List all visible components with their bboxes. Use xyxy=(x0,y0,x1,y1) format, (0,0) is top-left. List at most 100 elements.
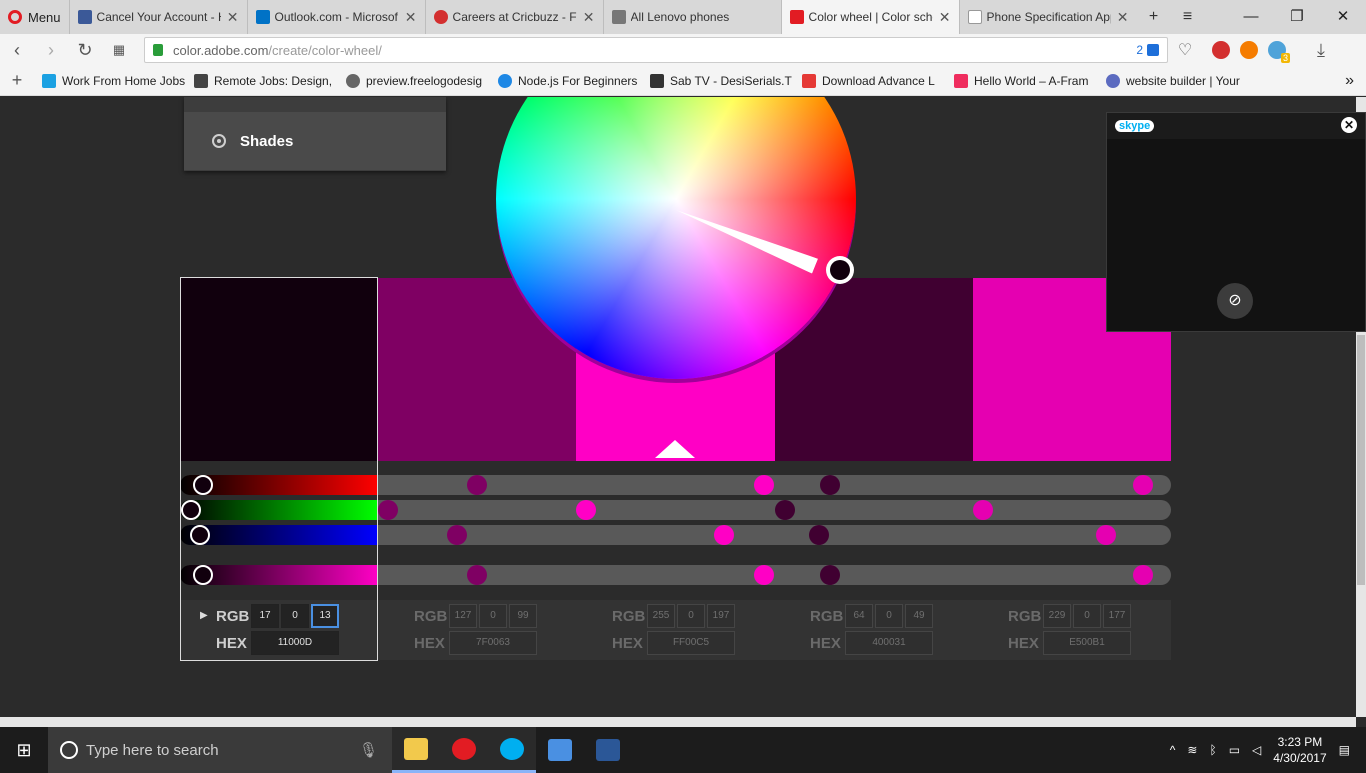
wheel-handle[interactable] xyxy=(826,256,854,284)
slider-dot[interactable] xyxy=(973,500,993,520)
slider-dot[interactable] xyxy=(775,500,795,520)
slider-dot[interactable] xyxy=(1096,525,1116,545)
selected-swatch-outline xyxy=(180,277,378,661)
close-window-icon[interactable]: ✕ xyxy=(1320,0,1366,34)
slider-dot[interactable] xyxy=(378,500,398,520)
volume-icon[interactable]: ◁ xyxy=(1252,743,1261,757)
slider-dot[interactable] xyxy=(467,565,487,585)
tab-cricbuzz[interactable]: Careers at Cricbuzz - Fr ✕ xyxy=(424,0,603,34)
slider-dot[interactable] xyxy=(820,475,840,495)
horizontal-scrollbar[interactable] xyxy=(0,717,1356,727)
bookmark-item[interactable]: Node.js For Beginners xyxy=(490,73,642,88)
slider-dot[interactable] xyxy=(754,565,774,585)
back-icon[interactable]: ‹ xyxy=(0,40,34,61)
green-value-input[interactable]: 0 xyxy=(1073,604,1101,628)
extension-badge: 3 xyxy=(1280,53,1290,63)
download-icon[interactable]: ⤓ xyxy=(1304,40,1338,61)
opera-menu-button[interactable]: Menu xyxy=(0,0,69,34)
slider-dot[interactable] xyxy=(809,525,829,545)
base-color-marker-icon xyxy=(655,440,695,458)
tab-close-icon[interactable]: ✕ xyxy=(405,9,417,26)
tab-close-icon[interactable]: ✕ xyxy=(583,9,595,26)
skype-call-window[interactable]: skype ✕ ⊘ xyxy=(1106,112,1366,332)
url-field[interactable]: color.adobe.com /create/color-wheel/ 2 xyxy=(144,37,1168,63)
tab-outlook[interactable]: Outlook.com - Microsof ✕ xyxy=(246,0,425,34)
bookmark-item[interactable]: Remote Jobs: Design, xyxy=(186,73,338,88)
app-taskbar-icon[interactable] xyxy=(536,727,584,773)
red-value-input[interactable]: 229 xyxy=(1043,604,1071,628)
blue-value-input[interactable]: 177 xyxy=(1103,604,1131,628)
hex-value-input[interactable]: FF00C5 xyxy=(647,631,735,655)
red-value-input[interactable]: 255 xyxy=(647,604,675,628)
system-tray: ^ ≋ ᛒ ▭ ◁ 3:23 PM 4/30/2017 ▤ xyxy=(1170,734,1366,766)
battery-icon[interactable]: ▭ xyxy=(1229,743,1240,757)
bookmarks-bar: + Work From Home Jobs Remote Jobs: Desig… xyxy=(0,66,1366,96)
tab-color-wheel[interactable]: Color wheel | Color sche ✕ xyxy=(780,0,959,34)
hex-value-input[interactable]: 400031 xyxy=(845,631,933,655)
wifi-icon[interactable]: ≋ xyxy=(1187,743,1197,757)
new-tab-plus-icon[interactable]: + xyxy=(1137,8,1171,26)
bluetooth-icon[interactable]: ᛒ xyxy=(1209,743,1216,757)
file-explorer-icon[interactable] xyxy=(392,727,440,773)
windows-start-icon[interactable]: ⊞ xyxy=(0,727,48,773)
skype-taskbar-icon[interactable] xyxy=(488,727,536,773)
blue-value-input[interactable]: 197 xyxy=(707,604,735,628)
bookmark-item[interactable]: preview.freelogodesig xyxy=(338,73,490,88)
green-value-input[interactable]: 0 xyxy=(677,604,705,628)
slider-dot[interactable] xyxy=(447,525,467,545)
bookmark-item[interactable]: website builder | Your xyxy=(1098,73,1250,88)
tab-close-icon[interactable]: ✕ xyxy=(1117,9,1129,26)
green-value-input[interactable]: 0 xyxy=(479,604,507,628)
extension-icon[interactable] xyxy=(1240,41,1258,59)
mic-muted-icon[interactable]: ⊘ xyxy=(1217,283,1253,319)
red-value-input[interactable]: 127 xyxy=(449,604,477,628)
heart-icon[interactable]: ♡ xyxy=(1168,40,1202,60)
tray-chevron-icon[interactable]: ^ xyxy=(1170,743,1176,757)
slider-dot[interactable] xyxy=(467,475,487,495)
slider-dot[interactable] xyxy=(754,475,774,495)
bookmark-item[interactable]: Sab TV - DesiSerials.T xyxy=(642,73,794,88)
opera-taskbar-icon[interactable] xyxy=(440,727,488,773)
tab-lenovo[interactable]: All Lenovo phones xyxy=(602,0,781,34)
taskbar-search[interactable]: Type here to search 🎙 xyxy=(48,727,392,773)
slider-dot[interactable] xyxy=(714,525,734,545)
tab-title: Outlook.com - Microsof xyxy=(274,10,398,24)
reload-icon[interactable]: ↻ xyxy=(68,40,102,61)
ghost-extension-icon[interactable]: 3 xyxy=(1268,41,1290,63)
tab-menu-icon[interactable]: ≡ xyxy=(1171,8,1205,26)
adblock-icon[interactable] xyxy=(1212,41,1230,59)
green-value-input[interactable]: 0 xyxy=(875,604,903,628)
clock[interactable]: 3:23 PM 4/30/2017 xyxy=(1273,734,1326,766)
close-icon[interactable]: ✕ xyxy=(1341,117,1357,133)
tab-close-icon[interactable]: ✕ xyxy=(939,9,951,26)
restore-icon[interactable]: ❐ xyxy=(1274,0,1320,34)
action-center-icon[interactable]: ▤ xyxy=(1339,743,1350,757)
hex-value-input[interactable]: E500B1 xyxy=(1043,631,1131,655)
slider-dot[interactable] xyxy=(820,565,840,585)
speed-dial-icon[interactable]: ▦ xyxy=(102,42,136,58)
tab-phone-spec[interactable]: Phone Specification App ✕ xyxy=(958,0,1137,34)
bookmark-item[interactable]: Download Advance L xyxy=(794,73,946,88)
tab-favicon-icon xyxy=(967,10,982,24)
microphone-icon[interactable]: 🎙 xyxy=(359,741,378,759)
blue-value-input[interactable]: 49 xyxy=(905,604,933,628)
slider-dot[interactable] xyxy=(576,500,596,520)
hex-value-input[interactable]: 7F0063 xyxy=(449,631,537,655)
forward-icon[interactable]: › xyxy=(34,40,68,61)
add-bookmark-icon[interactable]: + xyxy=(0,70,34,91)
red-value-input[interactable]: 64 xyxy=(845,604,873,628)
bookmark-item[interactable]: Work From Home Jobs xyxy=(34,73,186,88)
rule-option-label: Shades xyxy=(240,132,294,150)
tab-close-icon[interactable]: ✕ xyxy=(227,9,239,26)
bookmark-item[interactable]: Hello World – A-Fram xyxy=(946,73,1098,88)
more-bookmarks-icon[interactable]: » xyxy=(1345,72,1366,90)
rule-option-shades[interactable]: Shades xyxy=(184,112,446,170)
tab-cancel-account[interactable]: Cancel Your Account - H ✕ xyxy=(68,0,247,34)
powershell-taskbar-icon[interactable] xyxy=(584,727,632,773)
slider-dot[interactable] xyxy=(1133,475,1153,495)
slider-dot[interactable] xyxy=(1133,565,1153,585)
blue-value-input[interactable]: 99 xyxy=(509,604,537,628)
minimize-icon[interactable]: — xyxy=(1228,0,1274,34)
shield-icon[interactable] xyxy=(1147,44,1159,56)
tracker-badge[interactable]: 2 xyxy=(1136,43,1143,57)
